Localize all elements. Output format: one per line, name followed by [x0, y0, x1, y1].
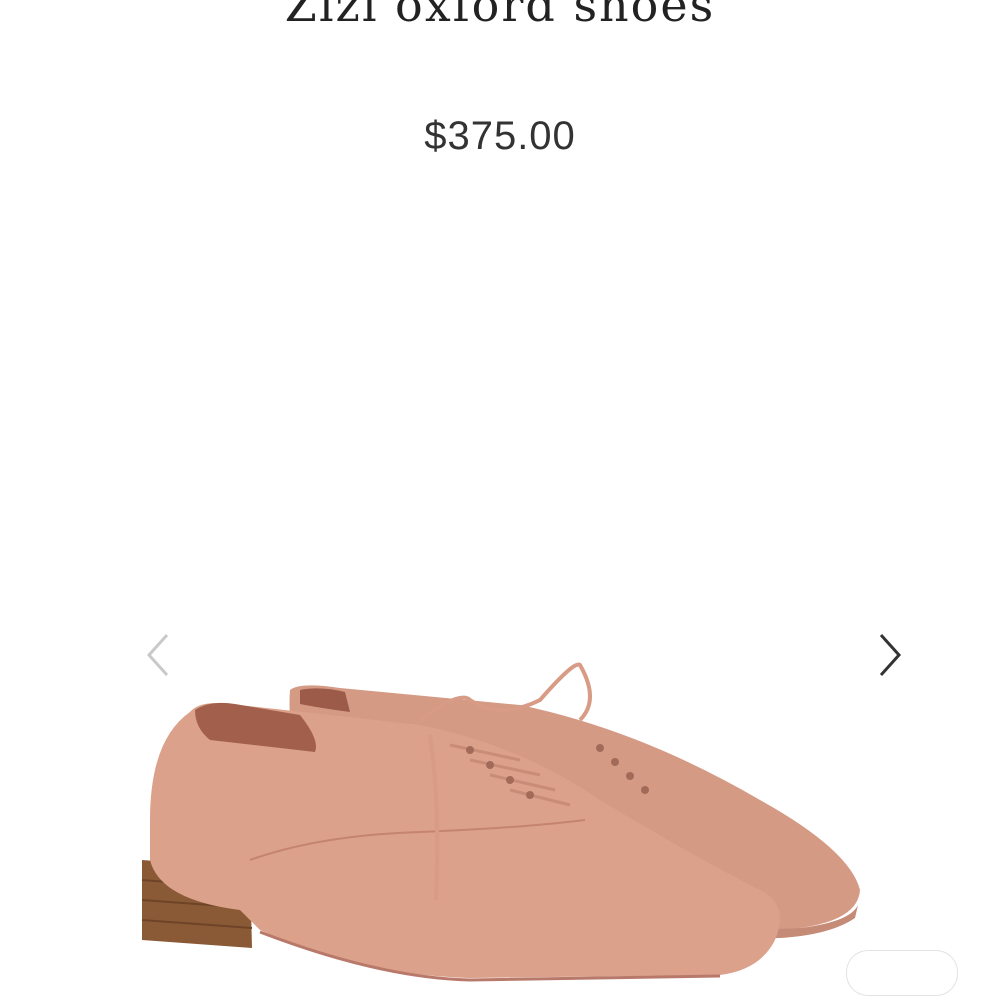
- product-title: Zizi oxford shoes: [284, 0, 716, 32]
- chevron-left-icon: [146, 633, 169, 677]
- product-image: [141, 662, 860, 982]
- chevron-right-icon: [879, 633, 902, 677]
- product-image-gallery: [0, 200, 1000, 1000]
- watermark-badge: [846, 950, 958, 996]
- gallery-prev-button[interactable]: [138, 625, 178, 685]
- gallery-next-button[interactable]: [870, 625, 910, 685]
- product-price: $375.00: [424, 114, 576, 158]
